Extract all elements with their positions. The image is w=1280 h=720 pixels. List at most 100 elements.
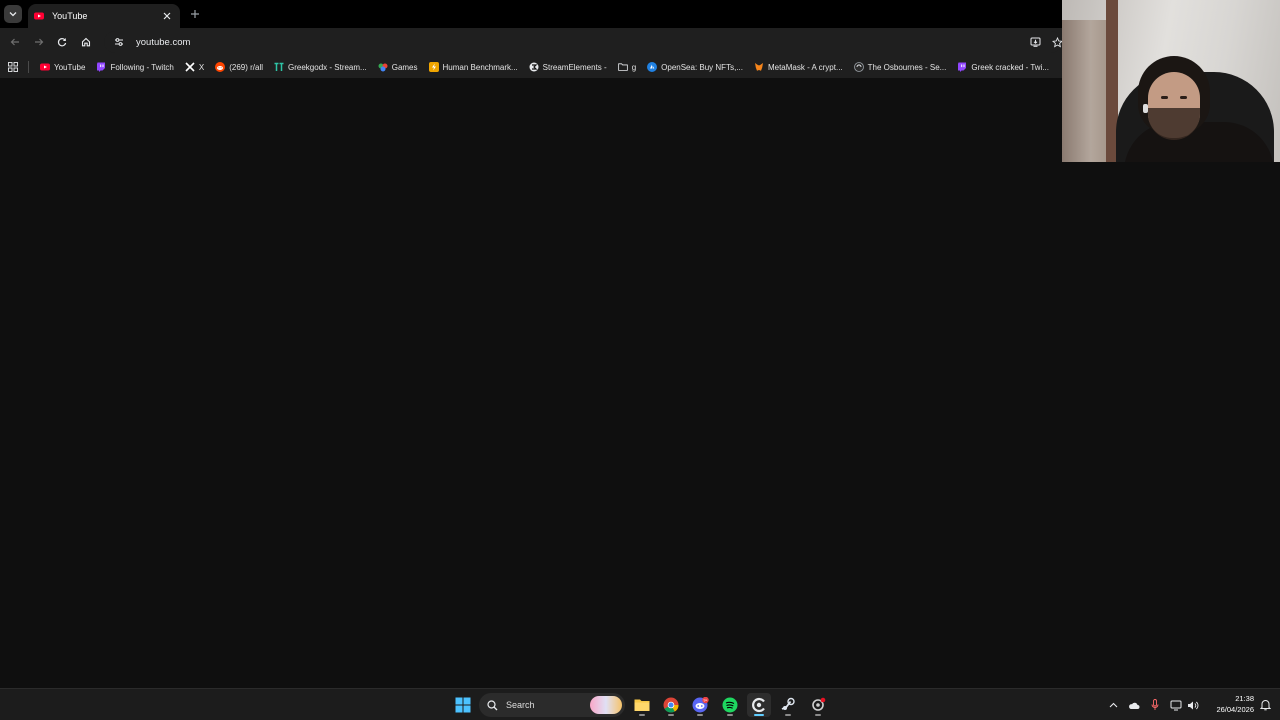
bookmark-youtube[interactable]: YouTube — [35, 58, 90, 76]
bookmark-games[interactable]: Games — [373, 58, 423, 76]
bookmark-label: The Osbournes - Se... — [867, 62, 947, 72]
page-content — [0, 78, 1280, 688]
cloud-icon — [1129, 702, 1140, 709]
twitch-icon — [957, 62, 967, 72]
spotify-icon — [722, 697, 738, 713]
bookmark-osbournes[interactable]: The Osbournes - Se... — [849, 58, 952, 76]
settings-gear-icon — [812, 697, 826, 711]
bookmark-streamelements[interactable]: StreamElements - — [524, 58, 612, 76]
taskbar-chrome[interactable] — [659, 693, 683, 717]
back-button[interactable] — [7, 34, 23, 50]
forward-button[interactable] — [31, 34, 47, 50]
install-app-button[interactable] — [1027, 34, 1043, 50]
bookmark-label: (269) r/all — [229, 62, 264, 72]
tray-onedrive[interactable] — [1124, 695, 1144, 715]
windows-icon — [455, 697, 471, 713]
clock-time: 21:38 — [1235, 694, 1254, 703]
taskbar: Search 9+ 21:38 26/04/2026 — [0, 688, 1280, 720]
bookmark-reddit[interactable]: (269) r/all — [210, 58, 268, 76]
taskbar-file-explorer[interactable] — [630, 693, 654, 717]
chevron-up-icon — [1109, 702, 1117, 708]
bookmark-greekgodx-stream[interactable]: Greekgodx - Stream... — [269, 58, 372, 76]
reload-button[interactable] — [54, 34, 70, 50]
microphone-icon — [1151, 699, 1159, 710]
running-indicator — [639, 714, 645, 716]
webcam-door — [1062, 20, 1110, 162]
bookmark-greek-cracked-twitch[interactable]: Greek cracked - Twi... — [952, 58, 1054, 76]
home-button[interactable] — [78, 34, 94, 50]
new-tab-button[interactable] — [187, 6, 203, 22]
star-icon — [1051, 36, 1063, 47]
bell-icon — [1259, 700, 1271, 711]
bookmark-label: Human Benchmark... — [442, 62, 518, 72]
bookmarks-separator — [28, 61, 29, 73]
clock-date: 26/04/2026 — [1216, 705, 1254, 714]
bookmark-label: MetaMask - A crypt... — [767, 62, 843, 72]
running-indicator — [815, 714, 821, 716]
taskbar-spotify[interactable] — [718, 693, 742, 717]
tray-notifications[interactable] — [1255, 695, 1275, 715]
address-bar[interactable]: youtube.com — [104, 31, 1062, 53]
taskbar-browser-active[interactable] — [747, 693, 771, 717]
tab-title: YouTube — [52, 11, 88, 21]
tab-search-button[interactable] — [4, 5, 22, 23]
arrow-right-icon — [35, 38, 44, 46]
youtube-icon — [40, 62, 50, 72]
network-icon — [1170, 700, 1182, 710]
taskbar-clock[interactable]: 21:38 26/04/2026 — [1204, 693, 1254, 715]
bookmark-folder-g[interactable]: g — [613, 58, 641, 76]
bookmark-label: OpenSea: Buy NFTs,... — [661, 62, 743, 72]
tt-icon — [274, 62, 284, 72]
search-highlight-image — [590, 696, 622, 714]
webcam-earphone — [1143, 104, 1148, 113]
running-indicator — [727, 714, 733, 716]
bookmark-opensea[interactable]: OpenSea: Buy NFTs,... — [642, 58, 748, 76]
bookmark-label: YouTube — [54, 62, 86, 72]
bookmark-label: StreamElements - — [542, 62, 607, 72]
bookmark-label: Greek cracked - Twi... — [971, 62, 1049, 72]
steam-icon — [781, 697, 795, 710]
start-button[interactable] — [451, 693, 475, 717]
folder-icon — [634, 699, 650, 711]
tray-overflow-button[interactable] — [1103, 695, 1123, 715]
bookmark-human-benchmark[interactable]: Human Benchmark... — [424, 58, 523, 76]
chevron-down-icon — [9, 12, 17, 17]
tray-microphone[interactable] — [1145, 695, 1165, 715]
running-indicator — [668, 714, 674, 716]
running-indicator — [785, 714, 791, 716]
discord-icon: 9+ — [692, 697, 709, 713]
tab-youtube[interactable]: YouTube — [28, 4, 180, 28]
bookmark-x[interactable]: X — [180, 58, 209, 76]
active-indicator — [754, 714, 764, 716]
taskbar-discord[interactable]: 9+ — [688, 693, 712, 717]
apps-grid-icon[interactable] — [6, 60, 20, 74]
opensea-icon — [647, 62, 658, 72]
taskbar-app-extra[interactable] — [806, 693, 830, 717]
home-icon — [81, 37, 91, 47]
tray-volume[interactable] — [1183, 695, 1203, 715]
close-icon[interactable] — [160, 9, 174, 23]
twitch-icon — [96, 62, 106, 72]
taskbar-steam[interactable] — [776, 693, 800, 717]
url-text[interactable]: youtube.com — [136, 37, 190, 48]
folder-icon — [617, 62, 628, 72]
bookmark-label: Following - Twitch — [110, 62, 174, 72]
bookmark-label: Greekgodx - Stream... — [288, 62, 367, 72]
bookmark-following-twitch[interactable]: Following - Twitch — [91, 58, 178, 76]
bookmark-label: X — [198, 62, 205, 72]
site-info-icon[interactable] — [112, 35, 126, 49]
bookmark-metamask[interactable]: MetaMask - A crypt... — [749, 58, 848, 76]
webcam-overlay — [1062, 0, 1280, 162]
circle-site-icon — [853, 62, 864, 72]
taskbar-search[interactable]: Search — [479, 693, 625, 717]
discord-badge-count: 9+ — [703, 698, 707, 702]
webcam-person-eye — [1180, 96, 1187, 99]
streamelements-icon — [529, 62, 539, 72]
running-indicator — [697, 714, 703, 716]
chrome-icon — [663, 697, 679, 713]
speaker-icon — [1188, 701, 1199, 709]
bookmark-label: Games — [391, 62, 418, 72]
lightning-icon — [428, 62, 439, 72]
arrow-left-icon — [10, 38, 19, 46]
metamask-icon — [754, 62, 764, 72]
